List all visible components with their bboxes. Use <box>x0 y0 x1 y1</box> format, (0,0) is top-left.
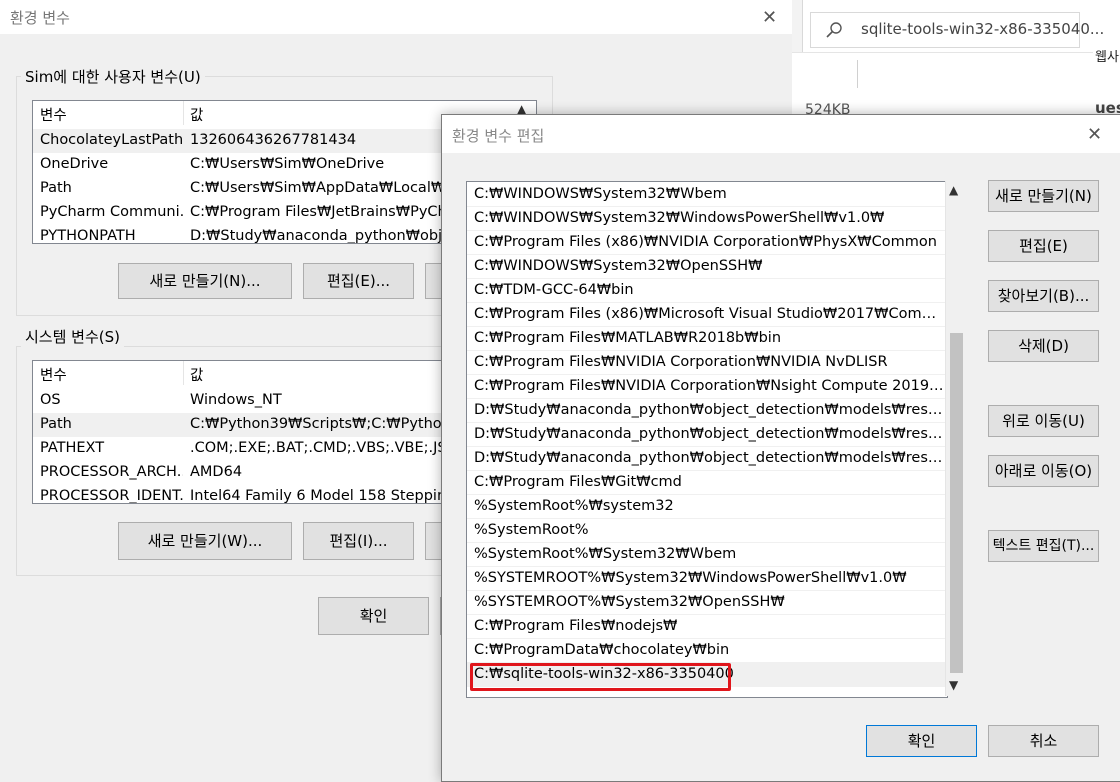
path-entry-text: C:₩Program Files₩NVIDIA Corporation₩NVID… <box>474 354 888 370</box>
browse-button[interactable]: 찾아보기(B)... <box>988 280 1099 312</box>
cut-text-top: 웹사이 <box>1095 50 1120 65</box>
dialog-title: 환경 변수 <box>10 9 70 27</box>
col-header-value[interactable]: 값 <box>190 104 203 125</box>
list-item[interactable]: D:₩Study₩anaconda_python₩object_detectio… <box>467 399 947 423</box>
list-item[interactable]: C:₩Program Files₩NVIDIA Corporation₩NVID… <box>467 351 947 375</box>
list-item[interactable]: %SYSTEMROOT%₩System32₩WindowsPowerShell₩… <box>467 567 947 591</box>
path-entry-text: %SystemRoot% <box>474 522 589 538</box>
cancel-button[interactable]: 취소 <box>988 725 1099 757</box>
divider <box>857 60 858 88</box>
path-entry-text: %SystemRoot%₩system32 <box>474 498 674 514</box>
dialog-title: 환경 변수 편집 <box>452 127 545 145</box>
path-entry-text: %SYSTEMROOT%₩System32₩WindowsPowerShell₩… <box>474 570 907 586</box>
path-entry-text: C:₩Program Files₩nodejs₩ <box>474 618 678 634</box>
delete-button[interactable]: 삭제(D) <box>988 330 1099 362</box>
path-entry-text: C:₩WINDOWS₩System32₩OpenSSH₩ <box>474 258 763 274</box>
system-new-button[interactable]: 새로 만들기(W)... <box>118 522 292 560</box>
col-header-variable[interactable]: 변수 <box>40 364 67 385</box>
user-vars-label: Sim에 대한 사용자 변수(U) <box>21 66 205 87</box>
scrollbar[interactable]: ▲ ▼ <box>945 181 966 696</box>
search-box[interactable]: sqlite-tools-win32-x86-335040... <box>810 12 1104 48</box>
list-item[interactable]: C:₩Program Files₩Git₩cmd <box>467 471 947 495</box>
user-edit-button[interactable]: 편집(E)... <box>303 263 414 299</box>
path-entry-text: C:₩WINDOWS₩System32₩Wbem <box>474 186 727 202</box>
list-item[interactable]: %SystemRoot%₩system32 <box>467 495 947 519</box>
col-header-variable[interactable]: 변수 <box>40 104 67 125</box>
close-icon[interactable]: ✕ <box>1087 124 1102 145</box>
scroll-up-icon[interactable]: ▲ <box>949 183 958 197</box>
path-entry-text: D:₩Study₩anaconda_python₩object_detectio… <box>474 402 944 418</box>
path-entry-text: C:₩Program Files₩NVIDIA Corporation₩Nsig… <box>474 378 944 394</box>
new-button[interactable]: 새로 만들기(N) <box>988 180 1099 212</box>
list-item[interactable]: C:₩Program Files₩NVIDIA Corporation₩Nsig… <box>467 375 947 399</box>
path-entry-text: C:₩Program Files₩MATLAB₩R2018b₩bin <box>474 330 782 346</box>
edit-env-var-dialog: 환경 변수 편집 ✕ C:₩WINDOWS₩System32₩Wbem C:₩WI… <box>441 114 1120 782</box>
list-item[interactable]: C:₩Program Files (x86)₩Microsoft Visual … <box>467 303 947 327</box>
list-item[interactable]: C:₩WINDOWS₩System32₩OpenSSH₩ <box>467 255 947 279</box>
close-icon[interactable]: ✕ <box>762 7 777 28</box>
list-item[interactable]: C:₩TDM-GCC-64₩bin <box>467 279 947 303</box>
user-new-button[interactable]: 새로 만들기(N)... <box>118 263 292 299</box>
path-entry-text: %SYSTEMROOT%₩System32₩OpenSSH₩ <box>474 594 785 610</box>
list-item[interactable]: D:₩Study₩anaconda_python₩object_detectio… <box>467 447 947 471</box>
path-entry-text: D:₩Study₩anaconda_python₩object_detectio… <box>474 450 944 466</box>
move-down-button[interactable]: 아래로 이동(O) <box>988 455 1099 487</box>
list-item[interactable]: C:₩WINDOWS₩System32₩Wbem <box>467 183 947 207</box>
list-item[interactable]: C:₩Program Files₩MATLAB₩R2018b₩bin <box>467 327 947 351</box>
path-entry-text: C:₩Program Files (x86)₩NVIDIA Corporatio… <box>474 234 937 250</box>
title-bar <box>0 0 792 34</box>
list-item[interactable]: C:₩WINDOWS₩System32₩WindowsPowerShell₩v1… <box>467 207 947 231</box>
path-entry-text: D:₩Study₩anaconda_python₩object_detectio… <box>474 426 944 442</box>
list-item[interactable]: C:₩ProgramData₩chocolatey₩bin <box>467 639 947 663</box>
list-item[interactable]: C:₩Program Files₩nodejs₩ <box>467 615 947 639</box>
ok-button[interactable]: 확인 <box>866 725 977 757</box>
path-entry-text: C:₩Program Files (x86)₩Microsoft Visual … <box>474 306 944 322</box>
edit-text-button[interactable]: 텍스트 편집(T)... <box>988 530 1099 562</box>
col-header-value[interactable]: 값 <box>190 364 203 385</box>
system-vars-label: 시스템 변수(S) <box>21 326 124 347</box>
path-entry-text: C:₩Program Files₩Git₩cmd <box>474 474 682 490</box>
system-edit-button[interactable]: 편집(I)... <box>303 522 414 560</box>
path-list[interactable]: C:₩WINDOWS₩System32₩Wbem C:₩WINDOWS₩Syste… <box>466 181 948 698</box>
path-entry-text: C:₩WINDOWS₩System32₩WindowsPowerShell₩v1… <box>474 210 885 226</box>
path-entry-text: %SystemRoot%₩System32₩Wbem <box>474 546 737 562</box>
path-entry-text: C:₩ProgramData₩chocolatey₩bin <box>474 642 730 658</box>
search-input-text[interactable]: sqlite-tools-win32-x86-335040... <box>861 20 1104 38</box>
scroll-down-icon[interactable]: ▼ <box>949 678 958 692</box>
divider <box>790 52 1120 53</box>
edit-button[interactable]: 편집(E) <box>988 230 1099 262</box>
move-up-button[interactable]: 위로 이동(U) <box>988 405 1099 437</box>
highlight-annotation <box>470 663 731 691</box>
list-item[interactable]: %SystemRoot% <box>467 519 947 543</box>
list-item[interactable]: %SYSTEMROOT%₩System32₩OpenSSH₩ <box>467 591 947 615</box>
scroll-thumb[interactable] <box>950 333 963 673</box>
list-item[interactable]: %SystemRoot%₩System32₩Wbem <box>467 543 947 567</box>
search-icon <box>826 22 842 38</box>
path-entry-text: C:₩TDM-GCC-64₩bin <box>474 282 634 298</box>
list-item[interactable]: D:₩Study₩anaconda_python₩object_detectio… <box>467 423 947 447</box>
list-item[interactable]: C:₩Program Files (x86)₩NVIDIA Corporatio… <box>467 231 947 255</box>
env-ok-button[interactable]: 확인 <box>318 597 429 635</box>
